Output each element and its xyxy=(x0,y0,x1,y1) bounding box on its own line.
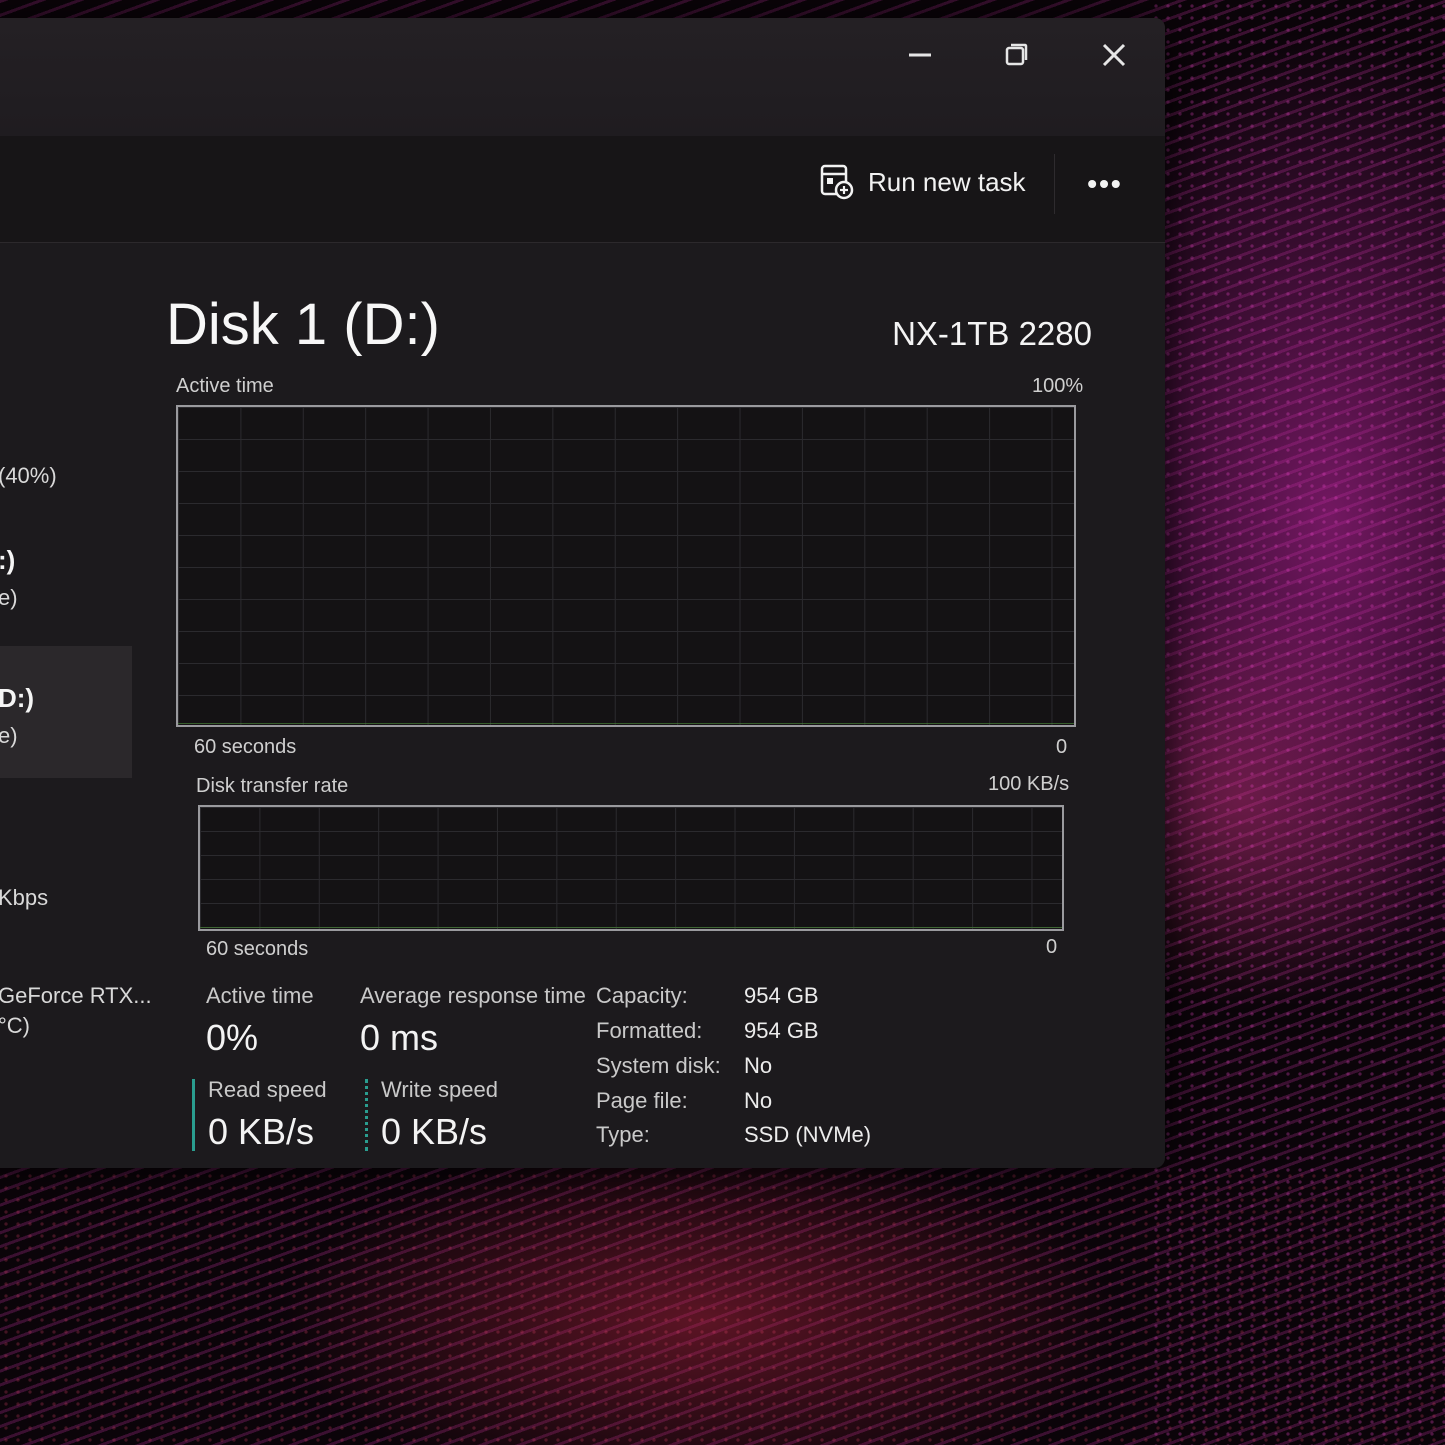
avg-response-stat-value: 0 ms xyxy=(360,1017,439,1058)
active-time-graph-line xyxy=(178,723,1074,724)
transfer-rate-graph-min: 0 xyxy=(1046,936,1058,958)
sidebar-item-disk-1-sub: e) xyxy=(0,723,18,749)
sidebar-item-label: :) xyxy=(0,545,16,575)
active-time-graph-span: 60 seconds xyxy=(194,736,297,758)
type-label: Type: xyxy=(596,1122,650,1147)
active-time-graph-max: 100% xyxy=(1032,375,1084,397)
maximize-button[interactable] xyxy=(981,30,1051,80)
capacity-value: 954 GB xyxy=(744,983,819,1008)
task-manager-window: Run new task ••• (40%) :) e) D:) e) Kbps… xyxy=(0,18,1165,1168)
run-new-task-label: Run new task xyxy=(868,166,1026,197)
maximize-icon xyxy=(1005,43,1028,66)
transfer-rate-graph-max: 100 KB/s xyxy=(988,773,1070,795)
sidebar-item-sublabel: e) xyxy=(0,723,18,748)
sidebar-item-disk-0[interactable]: :) xyxy=(0,545,15,576)
read-speed-value: 0 KB/s xyxy=(208,1111,315,1152)
active-time-graph-label: Active time xyxy=(176,375,274,397)
close-button[interactable] xyxy=(1079,30,1149,80)
page-title: Disk 1 (D:) xyxy=(166,292,440,357)
title-bar xyxy=(0,18,1165,136)
read-speed-label: Read speed xyxy=(208,1077,327,1102)
sidebar-item-sublabel: °C) xyxy=(0,1013,31,1038)
type-value: SSD (NVMe) xyxy=(744,1122,872,1147)
avg-response-stat-label: Average response time xyxy=(360,983,586,1008)
run-task-icon xyxy=(820,164,854,200)
write-speed-label: Write speed xyxy=(381,1077,498,1102)
active-time-stat-label: Active time xyxy=(206,983,314,1008)
page-file-label: Page file: xyxy=(596,1088,688,1113)
system-disk-value: No xyxy=(744,1053,773,1078)
sidebar-item-label: GeForce RTX... xyxy=(0,983,152,1008)
sidebar-item-disk-0-sub: e) xyxy=(0,585,18,611)
sidebar-item-gpu[interactable]: GeForce RTX... xyxy=(0,983,152,1009)
sidebar-item-memory[interactable]: (40%) xyxy=(0,463,57,489)
more-options-button[interactable]: ••• xyxy=(1080,166,1130,202)
transfer-rate-graph xyxy=(198,805,1064,931)
system-disk-label: System disk: xyxy=(596,1053,721,1078)
command-divider xyxy=(1054,154,1055,214)
command-bar: Run new task ••• xyxy=(0,136,1165,243)
more-options-icon: ••• xyxy=(1087,168,1123,199)
desktop-wallpaper-bottom xyxy=(0,1170,1445,1445)
write-speed-value: 0 KB/s xyxy=(381,1111,488,1152)
page-file-value: No xyxy=(744,1088,773,1113)
capacity-label: Capacity: xyxy=(596,983,688,1008)
minimize-icon xyxy=(909,53,931,57)
transfer-rate-graph-label: Disk transfer rate xyxy=(196,775,349,797)
disk-detail-panel: Disk 1 (D:) NX-1TB 2280 Active time 100%… xyxy=(150,243,1150,1168)
close-icon xyxy=(1102,43,1126,67)
sidebar: (40%) :) e) D:) e) Kbps GeForce RTX... °… xyxy=(0,243,152,1168)
sidebar-item-label: (40%) xyxy=(0,463,57,488)
active-time-stat-value: 0% xyxy=(206,1017,259,1058)
active-time-graph xyxy=(176,405,1076,727)
sidebar-item-gpu-sub: °C) xyxy=(0,1013,30,1039)
sidebar-item-disk-1[interactable]: D:) xyxy=(0,683,34,714)
run-new-task-button[interactable]: Run new task xyxy=(820,160,1026,204)
transfer-rate-graph-line xyxy=(200,927,1062,928)
sidebar-item-label: D:) xyxy=(0,683,35,713)
disk-model: NX-1TB 2280 xyxy=(892,315,1092,352)
minimize-button[interactable] xyxy=(885,30,955,80)
read-speed-indicator xyxy=(192,1079,195,1151)
sidebar-item-sublabel: e) xyxy=(0,585,18,610)
active-time-graph-min: 0 xyxy=(1056,736,1068,758)
formatted-value: 954 GB xyxy=(744,1018,819,1043)
write-speed-indicator xyxy=(365,1079,368,1151)
formatted-label: Formatted: xyxy=(596,1018,703,1043)
sidebar-item-label: Kbps xyxy=(0,885,49,910)
sidebar-item-ethernet[interactable]: Kbps xyxy=(0,885,48,911)
transfer-rate-graph-span: 60 seconds xyxy=(206,938,309,960)
